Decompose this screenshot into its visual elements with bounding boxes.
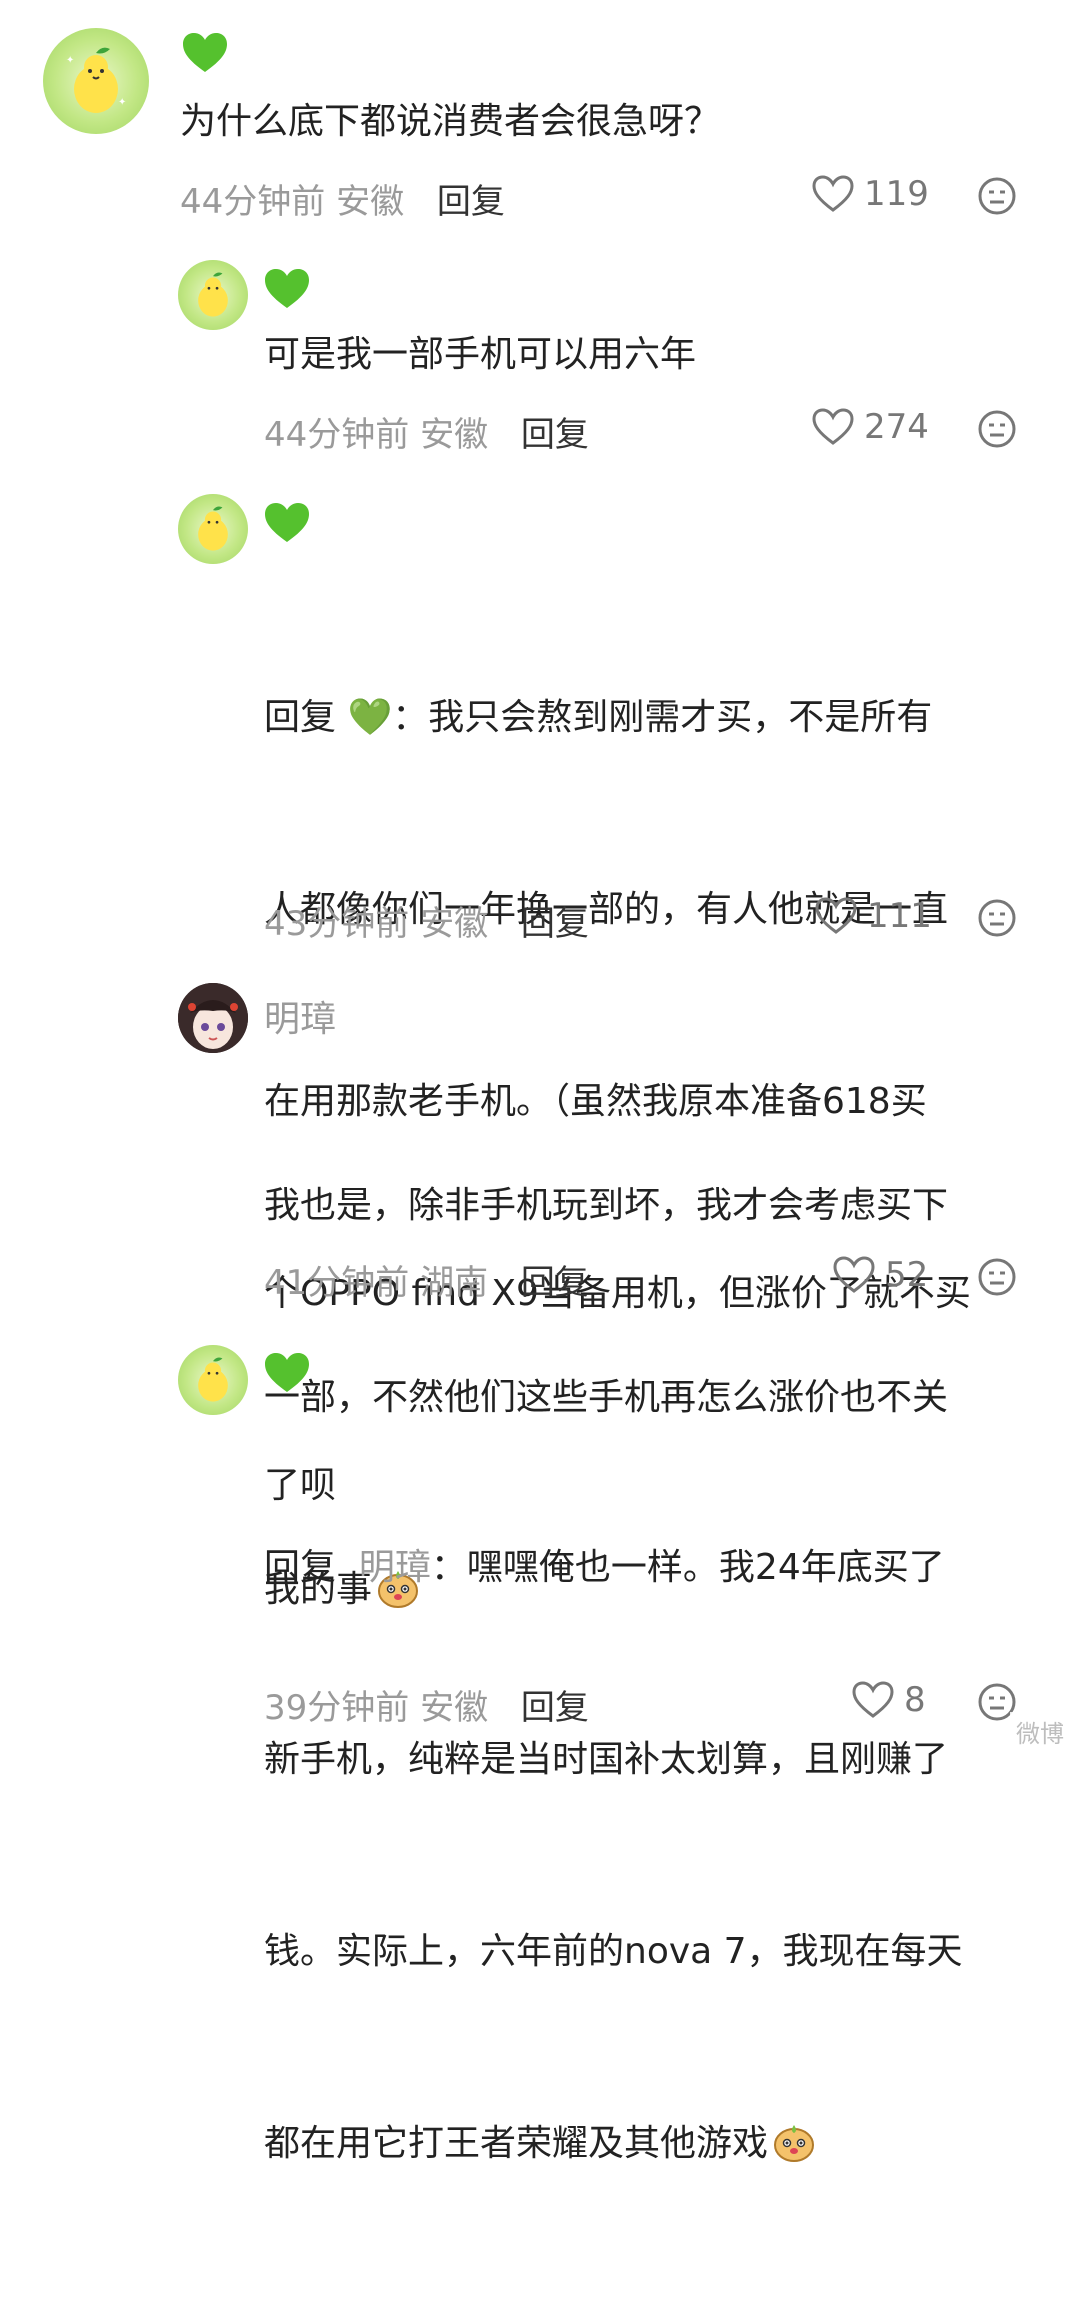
pear-avatar-icon: ✦✦ [66, 47, 126, 113]
green-heart-icon [183, 33, 227, 72]
comment-meta: 39分钟前 安徽 回复 [264, 1680, 589, 1729]
text-line: ：嘿嘿俺也一样。我24年底买了 [430, 1547, 945, 1588]
comment-text: 可是我一部手机可以用六年 [264, 334, 697, 375]
comment-meta: 44分钟前 安徽 回复 [180, 174, 505, 223]
reply-target[interactable]: 💚 [347, 697, 392, 738]
dislike-face-icon[interactable] [977, 1257, 1017, 1297]
dislike-face-icon[interactable] [977, 176, 1017, 216]
reply-button[interactable]: 回复 [521, 904, 589, 944]
dog-face-emoji-icon [774, 2125, 815, 2162]
heart-outline-icon [812, 175, 854, 212]
dislike-face-icon[interactable] [977, 898, 1017, 938]
location: 安徽 [420, 1688, 489, 1728]
reply-button[interactable]: 回复 [521, 1263, 589, 1303]
pear-avatar-icon [198, 272, 228, 317]
avatar[interactable]: ✦ ✦ [43, 28, 149, 134]
avatar[interactable] [178, 260, 248, 330]
timestamp: 44分钟前 [264, 415, 410, 455]
text-line: 我也是，除非手机玩到坏，我才会考虑买下 [264, 1185, 949, 1226]
green-heart-icon [265, 1353, 309, 1392]
timestamp: 39分钟前 [264, 1688, 410, 1728]
timestamp: 44分钟前 [180, 182, 326, 222]
text-line: 新手机，纯粹是当时国补太划算，且刚赚了 [264, 1739, 949, 1780]
like-count: 8 [904, 1680, 926, 1720]
reply-button[interactable]: 回复 [437, 182, 505, 222]
location: 安徽 [420, 904, 489, 944]
reply-prefix: 回复 [264, 1547, 337, 1588]
green-heart-icon [265, 503, 309, 542]
svg-text:✦: ✦ [66, 55, 74, 66]
text-line: ：我只会熬到刚需才买，不是所有 [392, 697, 933, 738]
comment-text: 为什么底下都说消费者会很急呀？ [180, 101, 721, 142]
text-line: 钱。实际上，六年前的nova 7，我现在每天 [264, 1931, 963, 1972]
comment-text: 回复 明璋：嘿嘿俺也一样。我24年底买了 新手机，纯粹是当时国补太划算，且刚赚了… [264, 1408, 963, 2304]
like-count: 111 [867, 896, 932, 936]
avatar[interactable] [178, 983, 248, 1053]
watermark: 微博 [1010, 1712, 1070, 1751]
comment-meta: 44分钟前 安徽 回复 [264, 407, 589, 456]
pear-avatar-icon [198, 1357, 228, 1402]
svg-text:✦: ✦ [118, 97, 126, 108]
heart-outline-icon [833, 1256, 875, 1293]
location: 安徽 [420, 415, 489, 455]
heart-outline-icon [812, 408, 854, 445]
like-button[interactable]: 8 [852, 1680, 926, 1720]
anime-girl-avatar-icon [178, 983, 248, 1053]
pear-avatar-icon [198, 506, 228, 551]
heart-outline-icon [815, 897, 857, 934]
like-count: 274 [864, 407, 929, 447]
like-button[interactable]: 274 [812, 407, 929, 447]
text-line: 都在用它打王者荣耀及其他游戏 [264, 2123, 769, 2164]
reply-button[interactable]: 回复 [521, 415, 589, 455]
like-count: 119 [864, 174, 929, 214]
username[interactable]: 明璋 [264, 990, 336, 1042]
timestamp: 41分钟前 [264, 1263, 410, 1303]
like-count: 52 [885, 1255, 929, 1295]
heart-outline-icon [852, 1681, 894, 1718]
timestamp: 43分钟前 [264, 904, 410, 944]
comment-meta: 43分钟前 安徽 回复 [264, 896, 589, 945]
green-heart-icon [265, 269, 309, 308]
location: 安徽 [336, 182, 405, 222]
location: 湖南 [420, 1263, 489, 1303]
avatar[interactable] [178, 494, 248, 564]
dislike-face-icon[interactable] [977, 409, 1017, 449]
like-button[interactable]: 111 [815, 896, 932, 936]
reply-target[interactable]: 明璋 [359, 1547, 431, 1588]
reply-prefix: 回复 [264, 697, 337, 738]
like-button[interactable]: 119 [812, 174, 929, 214]
avatar[interactable] [178, 1345, 248, 1415]
reply-button[interactable]: 回复 [521, 1688, 589, 1728]
like-button[interactable]: 52 [833, 1255, 928, 1295]
comment-meta: 41分钟前 湖南 回复 [264, 1255, 589, 1304]
